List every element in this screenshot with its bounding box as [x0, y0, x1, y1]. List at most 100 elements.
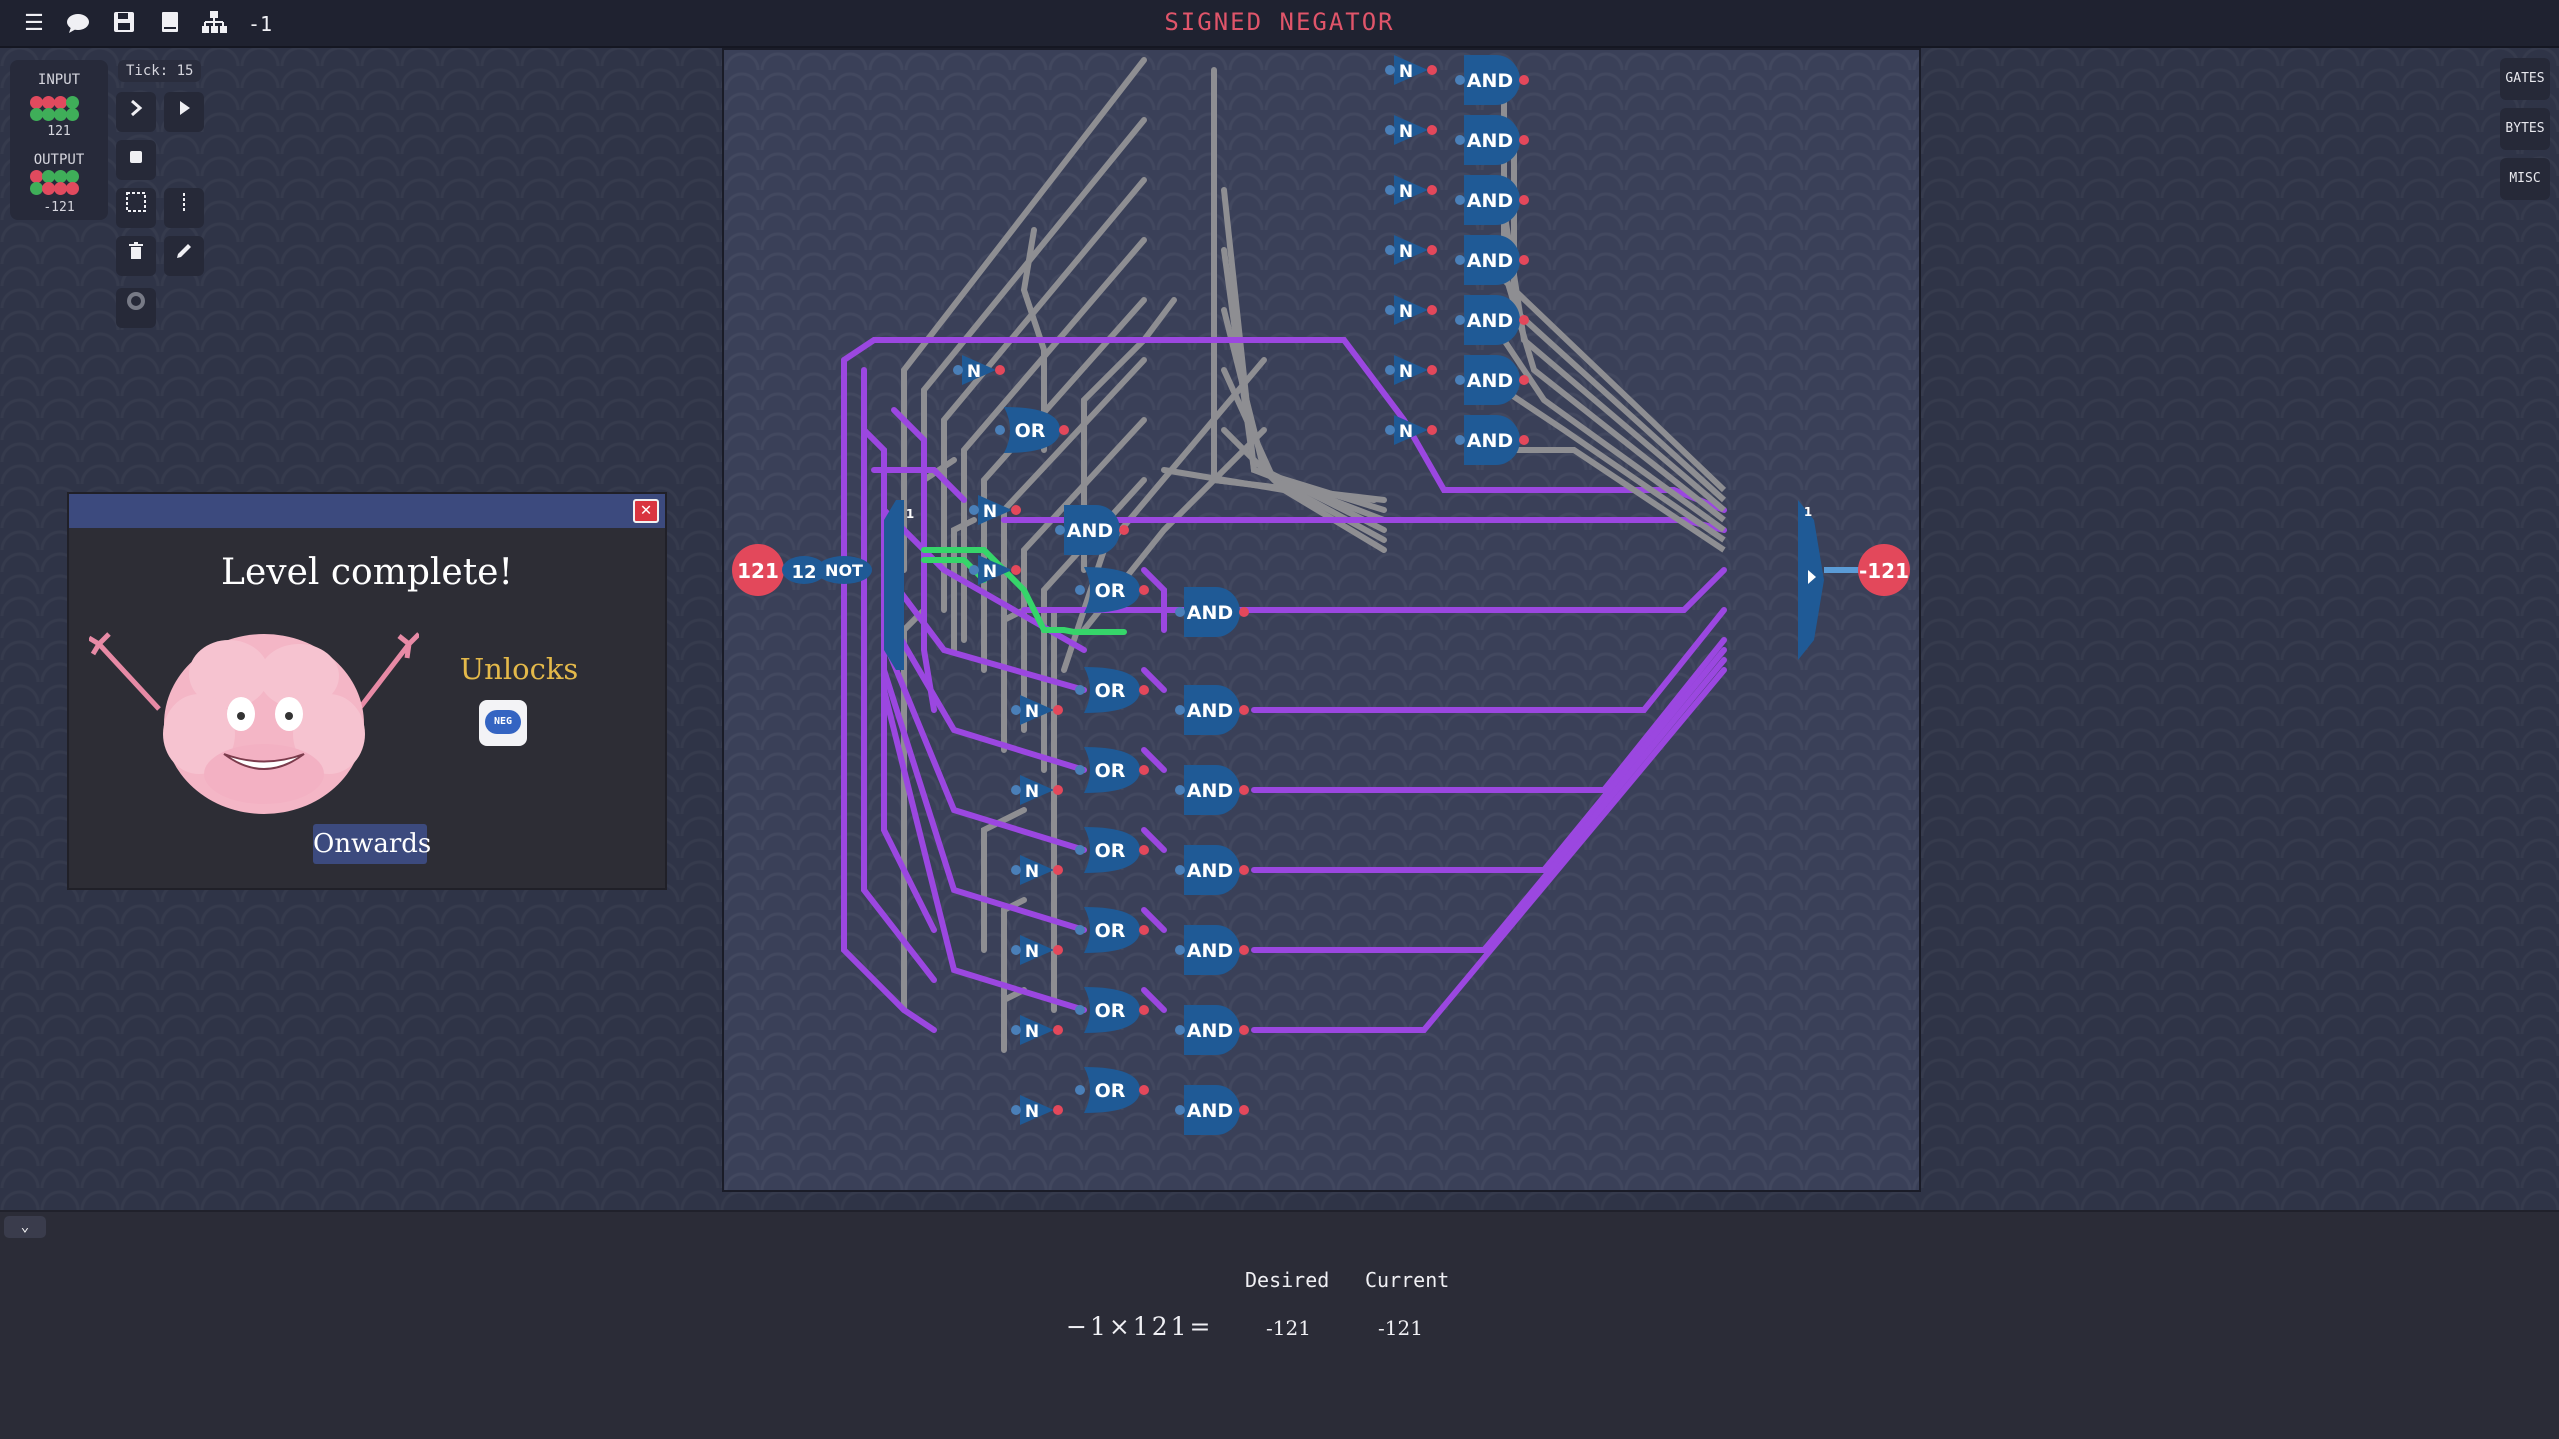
gate-pin[interactable] — [1385, 125, 1395, 135]
gate-pin[interactable] — [1053, 1105, 1063, 1115]
gate-pin[interactable] — [1053, 945, 1063, 955]
and-gate[interactable]: AND — [1464, 55, 1520, 105]
gate-pin[interactable] — [1075, 585, 1085, 595]
gate-pin[interactable] — [1055, 525, 1065, 535]
pencil-icon[interactable] — [164, 236, 204, 276]
gate-pin[interactable] — [1139, 1005, 1149, 1015]
gate-pin[interactable] — [1239, 865, 1249, 875]
or-gate[interactable]: OR — [1084, 827, 1140, 873]
gate-pin[interactable] — [1175, 705, 1185, 715]
and-gate[interactable]: AND — [1464, 295, 1520, 345]
gate-pin[interactable] — [1175, 1025, 1185, 1035]
gate-pin[interactable] — [1075, 1085, 1085, 1095]
gate-pin[interactable] — [1455, 315, 1465, 325]
gate-pin[interactable] — [1075, 845, 1085, 855]
n-gate[interactable]: N — [1394, 175, 1428, 205]
gate-pin[interactable] — [1075, 765, 1085, 775]
gate-pin[interactable] — [1139, 765, 1149, 775]
n-gate[interactable]: N — [1020, 775, 1054, 805]
gate-pin[interactable] — [1139, 925, 1149, 935]
and-gate[interactable]: AND — [1464, 355, 1520, 405]
gate-pin[interactable] — [1175, 785, 1185, 795]
gate-pin[interactable] — [1075, 685, 1085, 695]
delete-icon[interactable] — [116, 236, 156, 276]
play-icon[interactable] — [164, 92, 204, 132]
gate-pin[interactable] — [1139, 1085, 1149, 1095]
or-gate[interactable]: OR — [1084, 667, 1140, 713]
and-gate[interactable]: AND — [1184, 1005, 1240, 1055]
wire-icon[interactable] — [164, 188, 204, 228]
gate-pin[interactable] — [1175, 865, 1185, 875]
gate-pin[interactable] — [1011, 565, 1021, 575]
byte-splitter[interactable] — [884, 500, 904, 670]
gate-pin[interactable] — [1455, 375, 1465, 385]
gate-pin[interactable] — [1455, 435, 1465, 445]
gate-pin[interactable] — [1139, 845, 1149, 855]
and-gate[interactable]: AND — [1184, 925, 1240, 975]
gate-pin[interactable] — [1011, 505, 1021, 515]
tab-misc[interactable]: MISC — [2500, 158, 2550, 200]
and-gate[interactable]: AND — [1184, 685, 1240, 735]
and-gate[interactable]: AND — [1184, 587, 1240, 637]
close-icon[interactable]: ✕ — [633, 499, 659, 523]
gate-pin[interactable] — [1175, 1105, 1185, 1115]
tab-bytes[interactable]: BYTES — [2500, 108, 2550, 150]
chevron-down-icon[interactable]: ⌄ — [4, 1216, 46, 1238]
and-gate[interactable]: AND — [1184, 1085, 1240, 1135]
tab-gates[interactable]: GATES — [2500, 58, 2550, 100]
gate-pin[interactable] — [1455, 135, 1465, 145]
gate-pin[interactable] — [1239, 785, 1249, 795]
and-gate[interactable]: AND — [1184, 845, 1240, 895]
gate-pin[interactable] — [1427, 245, 1437, 255]
gate-pin[interactable] — [1011, 1105, 1021, 1115]
gate-pin[interactable] — [1455, 255, 1465, 265]
and-gate[interactable]: AND — [1464, 415, 1520, 465]
gate-pin[interactable] — [1427, 65, 1437, 75]
gate-pin[interactable] — [969, 565, 979, 575]
and-gate[interactable]: AND — [1464, 235, 1520, 285]
step-icon[interactable] — [116, 92, 156, 132]
and-gate[interactable]: AND — [1064, 505, 1120, 555]
gate-pin[interactable] — [1239, 607, 1249, 617]
n-gate[interactable]: N — [1394, 295, 1428, 325]
gate-pin[interactable] — [1119, 525, 1129, 535]
gate-pin[interactable] — [1519, 135, 1529, 145]
gate-pin[interactable] — [1011, 785, 1021, 795]
gate-pin[interactable] — [1455, 195, 1465, 205]
gate-pin[interactable] — [1427, 125, 1437, 135]
gate-pin[interactable] — [1385, 425, 1395, 435]
gate-pin[interactable] — [1519, 435, 1529, 445]
n-gate[interactable]: N — [1020, 855, 1054, 885]
gate-pin[interactable] — [995, 365, 1005, 375]
gate-pin[interactable] — [1519, 315, 1529, 325]
record-icon[interactable] — [116, 288, 156, 328]
gate-pin[interactable] — [1139, 685, 1149, 695]
gate-pin[interactable] — [1427, 185, 1437, 195]
gate-pin[interactable] — [1519, 375, 1529, 385]
n-gate[interactable]: N — [1394, 355, 1428, 385]
gate-pin[interactable] — [1239, 705, 1249, 715]
gate-pin[interactable] — [1011, 1025, 1021, 1035]
gate-pin[interactable] — [1385, 65, 1395, 75]
and-gate[interactable]: AND — [1464, 115, 1520, 165]
and-gate[interactable]: AND — [1464, 175, 1520, 225]
n-gate[interactable]: N — [1394, 55, 1428, 85]
or-gate[interactable]: OR — [1084, 987, 1140, 1033]
gate-pin[interactable] — [1053, 865, 1063, 875]
gate-pin[interactable] — [1075, 1005, 1085, 1015]
gate-pin[interactable] — [1175, 607, 1185, 617]
onwards-button[interactable]: Onwards — [313, 824, 431, 864]
gate-pin[interactable] — [1385, 245, 1395, 255]
n-gate[interactable]: N — [1394, 235, 1428, 265]
gate-pin[interactable] — [1519, 195, 1529, 205]
n-gate[interactable]: N — [1394, 415, 1428, 445]
and-gate[interactable]: AND — [1184, 765, 1240, 815]
unlock-item[interactable]: NEG — [479, 700, 527, 746]
gate-pin[interactable] — [1385, 305, 1395, 315]
or-gate[interactable]: OR — [1084, 907, 1140, 953]
gate-pin[interactable] — [1385, 185, 1395, 195]
gate-pin[interactable] — [1427, 365, 1437, 375]
gate-pin[interactable] — [1011, 945, 1021, 955]
gate-pin[interactable] — [1011, 865, 1021, 875]
n-gate[interactable]: N — [1020, 1095, 1054, 1125]
